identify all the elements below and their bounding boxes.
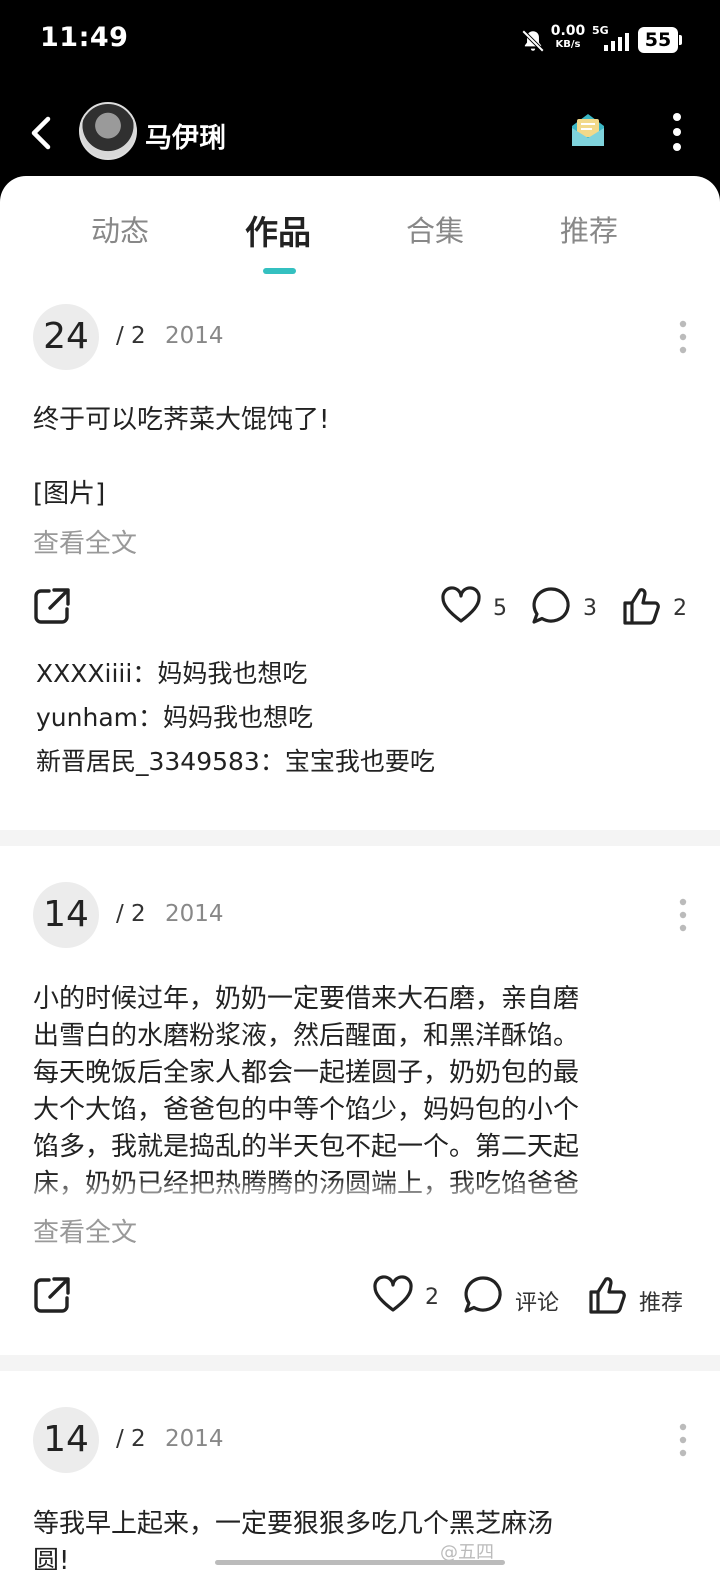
home-indicator[interactable] bbox=[215, 1560, 505, 1565]
share-icon[interactable] bbox=[33, 587, 71, 625]
signal-icon bbox=[604, 33, 629, 51]
post-year: 2014 bbox=[165, 1426, 224, 1452]
comment-user[interactable]: 新晋居民_3349583 bbox=[36, 747, 260, 776]
post-text-line[interactable]: 圆! bbox=[33, 1543, 673, 1570]
post-more-icon[interactable] bbox=[673, 897, 693, 933]
post-month: / 2 bbox=[116, 323, 146, 349]
post-text-line[interactable]: [图片] bbox=[33, 476, 673, 513]
post-more-icon[interactable] bbox=[673, 1422, 693, 1458]
thumbs-up-icon[interactable] bbox=[620, 585, 662, 627]
comment-user[interactable]: XXXXiiii bbox=[36, 659, 132, 688]
comment-count: 3 bbox=[583, 596, 597, 621]
content-sheet: 动态 作品 合集 推荐 24 / 2 2014 终于可以吃荠菜大馄饨了! [图片… bbox=[0, 176, 720, 1570]
more-vertical-icon[interactable] bbox=[662, 110, 692, 154]
post-year: 2014 bbox=[165, 323, 224, 349]
post-text-line[interactable]: 大个大馅，爸爸包的中等个馅少，妈妈包的小个 bbox=[33, 1092, 673, 1129]
heart-icon[interactable] bbox=[372, 1274, 414, 1316]
network-speed: 0.00 KB/s bbox=[550, 24, 586, 52]
mail-icon[interactable] bbox=[568, 110, 608, 150]
speed-value: 0.00 bbox=[550, 23, 586, 39]
status-bar: 11:49 0.00 KB/s 5G 55 bbox=[0, 0, 720, 80]
like-count: 5 bbox=[493, 596, 507, 621]
post-text-line[interactable]: 出雪白的水磨粉浆液，然后醒面，和黑洋酥馅。 bbox=[33, 1018, 673, 1055]
heart-icon[interactable] bbox=[440, 585, 482, 627]
comment-icon[interactable] bbox=[530, 585, 572, 627]
post-text-line[interactable]: 等我早上起来，一定要狠狠多吃几个黑芝麻汤 bbox=[33, 1506, 673, 1543]
post-day: 14 bbox=[33, 1407, 99, 1473]
post-more-icon[interactable] bbox=[673, 319, 693, 355]
comment-item[interactable]: XXXXiiii：妈妈我也想吃 bbox=[36, 654, 307, 690]
post-day: 14 bbox=[33, 882, 99, 948]
comment-icon[interactable] bbox=[462, 1274, 504, 1316]
comment-text: 妈妈我也想吃 bbox=[163, 703, 314, 732]
post-text-line[interactable]: 终于可以吃荠菜大馄饨了! bbox=[33, 402, 673, 439]
thumbs-up-icon[interactable] bbox=[586, 1274, 628, 1316]
chevron-left-icon[interactable] bbox=[28, 113, 54, 153]
post-month: / 2 bbox=[116, 1426, 146, 1452]
comment-text: 宝宝我也要吃 bbox=[284, 747, 435, 776]
profile-header: 马伊琍 bbox=[0, 80, 720, 190]
user-name[interactable]: 马伊琍 bbox=[145, 116, 226, 155]
tab-heji[interactable]: 合集 bbox=[375, 208, 495, 250]
post-year: 2014 bbox=[165, 901, 224, 927]
tab-dongtai[interactable]: 动态 bbox=[60, 208, 180, 250]
text-fade bbox=[0, 1178, 720, 1208]
tab-indicator bbox=[263, 268, 296, 274]
comment-text: 妈妈我也想吃 bbox=[157, 659, 308, 688]
post-divider bbox=[0, 830, 720, 846]
post-day: 24 bbox=[33, 304, 99, 370]
comment-item[interactable]: yunham：妈妈我也想吃 bbox=[36, 698, 313, 734]
like-count: 2 bbox=[425, 1285, 439, 1310]
speed-unit: KB/s bbox=[555, 39, 581, 50]
recommend-label[interactable]: 推荐 bbox=[639, 1285, 683, 1317]
status-time: 11:49 bbox=[40, 22, 129, 53]
post-text-line[interactable]: 馅多，我就是捣乱的半天包不起一个。第二天起 bbox=[33, 1129, 673, 1166]
tab-tuijian[interactable]: 推荐 bbox=[529, 208, 649, 250]
battery-indicator: 55 bbox=[638, 27, 682, 53]
read-more-link[interactable]: 查看全文 bbox=[33, 1212, 137, 1249]
comment-user[interactable]: yunham bbox=[36, 703, 138, 732]
comment-item[interactable]: 新晋居民_3349583：宝宝我也要吃 bbox=[36, 742, 435, 778]
avatar[interactable] bbox=[79, 102, 137, 160]
bell-muted-icon bbox=[521, 29, 545, 53]
recommend-count: 2 bbox=[673, 596, 687, 621]
post-divider bbox=[0, 1355, 720, 1371]
tab-bar: 动态 作品 合集 推荐 bbox=[0, 176, 720, 276]
post-text-line[interactable]: 每天晚饭后全家人都会一起搓圆子，奶奶包的最 bbox=[33, 1055, 673, 1092]
post-month: / 2 bbox=[116, 901, 146, 927]
share-icon[interactable] bbox=[33, 1276, 71, 1314]
read-more-link[interactable]: 查看全文 bbox=[33, 523, 137, 560]
comment-label[interactable]: 评论 bbox=[515, 1285, 559, 1317]
tab-zuopin[interactable]: 作品 bbox=[218, 206, 338, 254]
post-text-line[interactable]: 小的时候过年，奶奶一定要借来大石磨，亲自磨 bbox=[33, 981, 673, 1018]
